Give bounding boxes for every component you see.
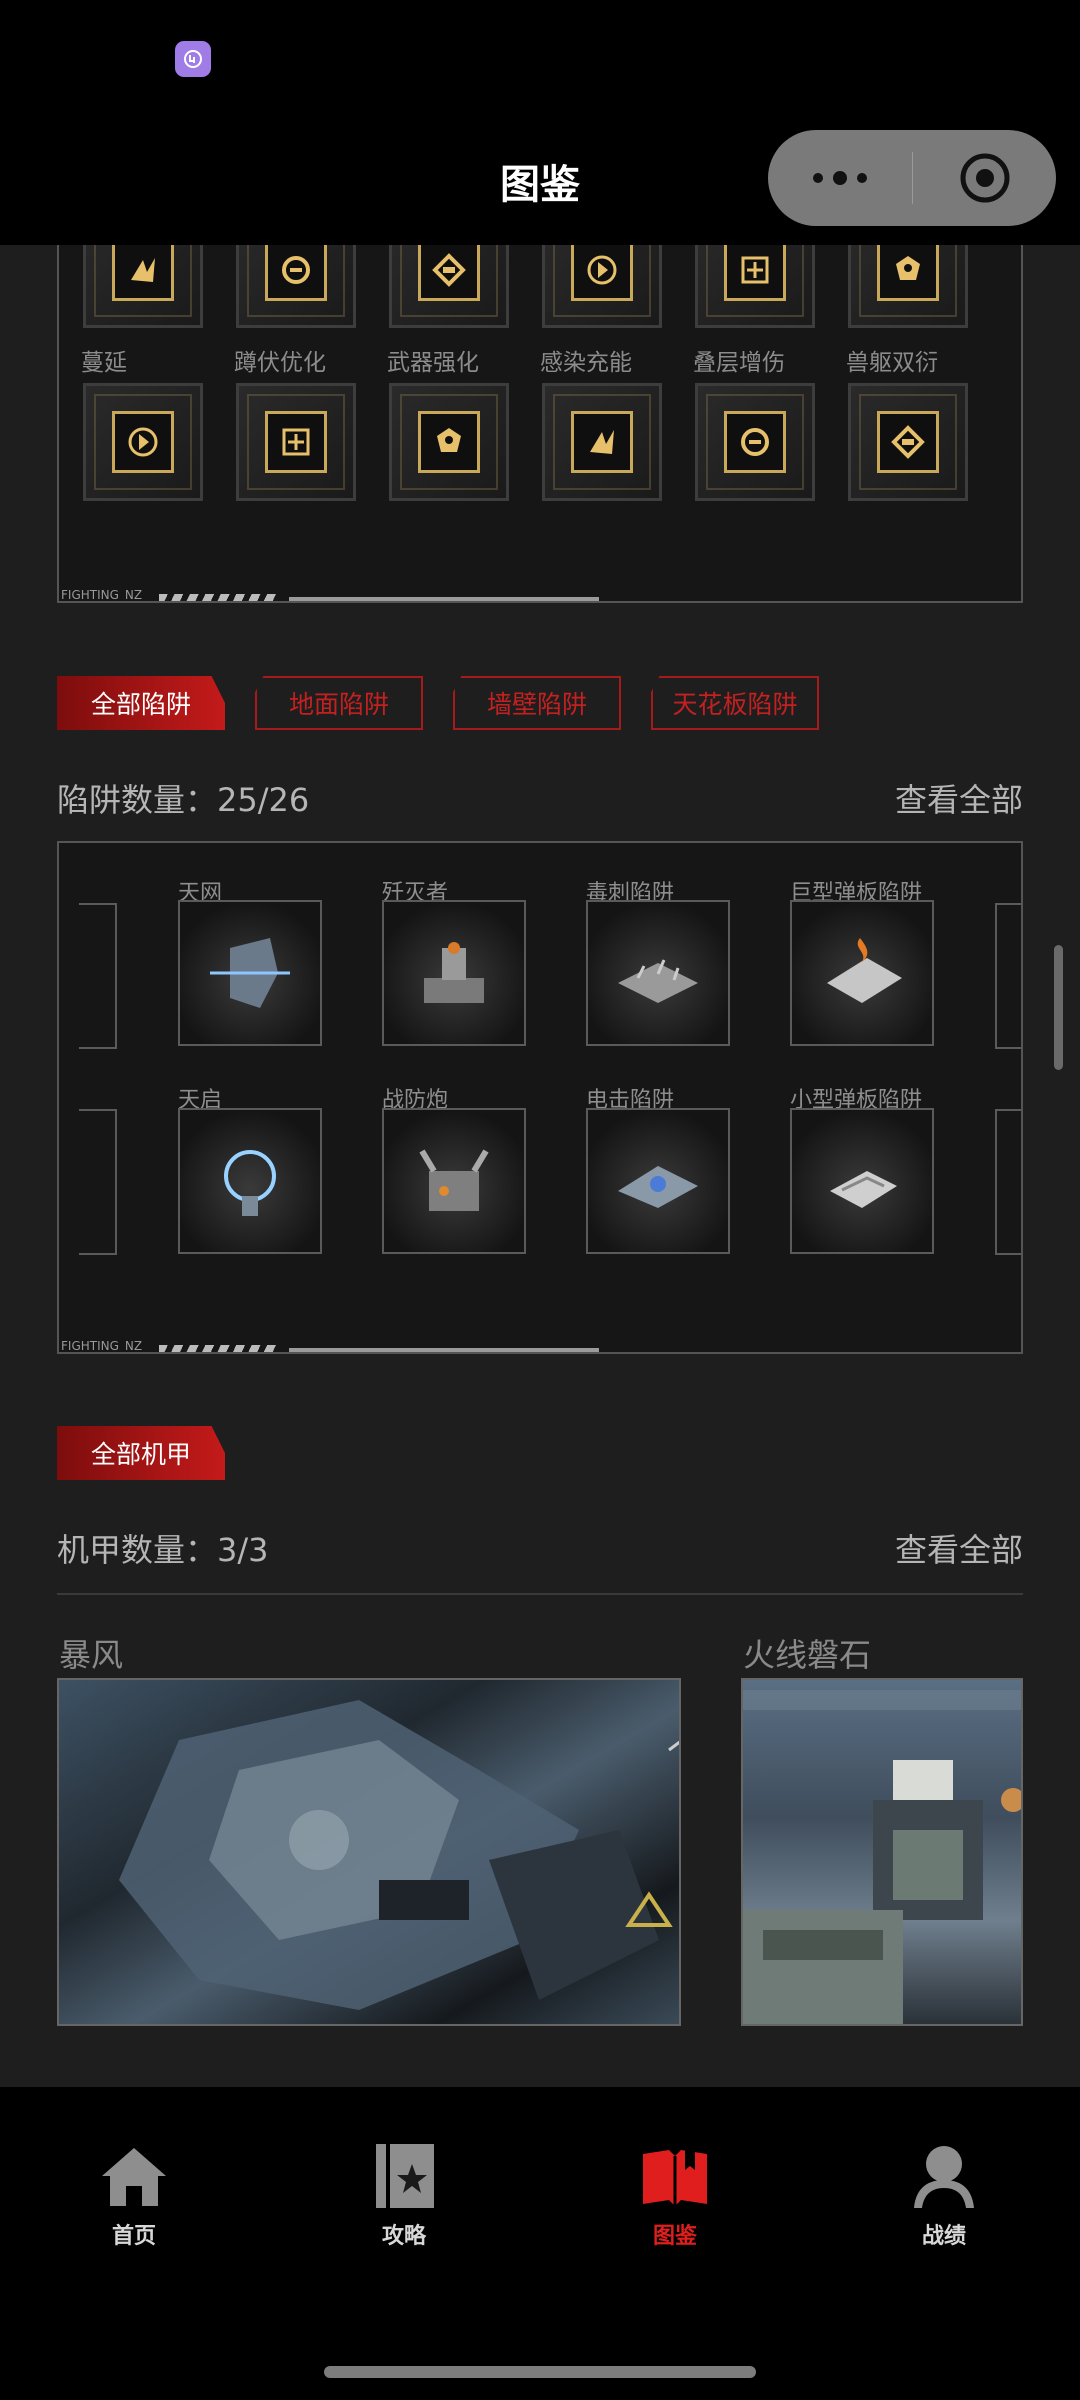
more-button[interactable] bbox=[768, 130, 912, 226]
skill-emblem-icon bbox=[741, 256, 769, 284]
frame-line bbox=[289, 597, 599, 601]
mech-name: 暴风 bbox=[59, 1636, 124, 1674]
filter-all-traps[interactable]: 全部陷阱 bbox=[57, 676, 225, 730]
mech-name: 火线磐石 bbox=[743, 1636, 872, 1674]
skill-emblem-icon bbox=[437, 428, 461, 452]
skill-label: 蹲伏优化 bbox=[234, 350, 326, 376]
trap-view-all-link[interactable]: 查看全部 bbox=[895, 775, 1023, 821]
skill-icon-tile[interactable] bbox=[848, 383, 968, 501]
target-icon bbox=[960, 153, 1009, 203]
scrollbar[interactable] bbox=[1054, 945, 1063, 1070]
close-button[interactable] bbox=[913, 130, 1056, 226]
frame-line bbox=[289, 1348, 599, 1352]
frame-tag: FIGHTING_NZ bbox=[61, 588, 143, 602]
skill-emblem-icon bbox=[432, 253, 466, 287]
trap-image bbox=[830, 1171, 897, 1208]
trap-image bbox=[419, 1149, 489, 1211]
open-book-icon bbox=[643, 2150, 707, 2206]
tab-home[interactable]: 首页 bbox=[49, 2140, 219, 2260]
trap-image bbox=[424, 942, 484, 1003]
mech-card-firerock[interactable] bbox=[741, 1678, 1023, 2026]
skill-icon-tile[interactable] bbox=[695, 383, 815, 501]
mini-program-capsule bbox=[768, 130, 1056, 226]
trap-partial-left[interactable] bbox=[79, 1109, 117, 1255]
tab-codex[interactable]: 图鉴 bbox=[590, 2140, 760, 2260]
trap-card[interactable] bbox=[178, 1108, 322, 1254]
skill-icon-tile[interactable] bbox=[83, 383, 203, 501]
skill-label: 蔓延 bbox=[81, 350, 127, 376]
status-bar bbox=[0, 0, 1080, 110]
skill-label: 感染充能 bbox=[540, 350, 632, 376]
frame-stripe bbox=[159, 594, 279, 601]
trap-card[interactable] bbox=[178, 900, 322, 1046]
trap-card[interactable] bbox=[586, 900, 730, 1046]
tab-codex-label: 图鉴 bbox=[652, 2224, 697, 2249]
skill-emblem-icon bbox=[128, 427, 158, 457]
trap-image bbox=[618, 1166, 698, 1208]
trap-card[interactable] bbox=[586, 1108, 730, 1254]
app-badge-icon bbox=[175, 41, 211, 77]
skill-label: 叠层增伤 bbox=[693, 350, 785, 376]
skill-emblem-icon bbox=[741, 428, 769, 456]
user-icon bbox=[914, 2146, 974, 2208]
home-icon bbox=[102, 2148, 166, 2206]
skill-emblem-icon bbox=[891, 425, 925, 459]
tab-guide[interactable]: 攻略 bbox=[319, 2140, 489, 2260]
filter-wall-traps[interactable]: 墙壁陷阱 bbox=[453, 676, 621, 730]
trap-partial-right[interactable] bbox=[995, 1109, 1021, 1255]
skill-label: 兽躯双衍 bbox=[846, 350, 938, 376]
skill-emblem-icon bbox=[896, 256, 920, 280]
mech-divider bbox=[57, 1593, 1023, 1595]
filter-ground-traps[interactable]: 地面陷阱 bbox=[255, 676, 423, 730]
mech-storm-image bbox=[119, 1700, 679, 2010]
skill-label: 武器强化 bbox=[387, 350, 479, 376]
home-indicator bbox=[324, 2366, 756, 2378]
trap-partial-right[interactable] bbox=[995, 903, 1021, 1049]
trap-image bbox=[618, 959, 698, 1003]
tab-guide-label: 攻略 bbox=[381, 2224, 426, 2249]
trap-partial-left[interactable] bbox=[79, 903, 117, 1049]
skill-emblem-icon bbox=[282, 256, 310, 284]
mech-view-all-link[interactable]: 查看全部 bbox=[895, 1525, 1023, 1571]
skill-emblem-icon bbox=[590, 430, 614, 454]
trap-card[interactable] bbox=[382, 1108, 526, 1254]
trap-image bbox=[210, 938, 290, 1008]
trap-image bbox=[224, 1150, 276, 1216]
tab-record[interactable]: 战绩 bbox=[859, 2140, 1029, 2260]
skill-emblem-icon bbox=[131, 258, 155, 282]
skill-emblem-icon bbox=[282, 428, 310, 456]
filter-all-mechs[interactable]: 全部机甲 bbox=[57, 1426, 225, 1480]
tab-record-label: 战绩 bbox=[921, 2224, 966, 2249]
tab-home-label: 首页 bbox=[111, 2224, 156, 2249]
skill-icon-tile[interactable] bbox=[389, 383, 509, 501]
trap-image bbox=[827, 938, 902, 1003]
filter-ceiling-traps[interactable]: 天花板陷阱 bbox=[651, 676, 819, 730]
frame-tag: FIGHTING_NZ bbox=[61, 1339, 143, 1353]
skill-emblem-icon bbox=[587, 255, 617, 285]
trap-count: 陷阱数量：25/26 bbox=[57, 781, 310, 819]
guide-book-icon bbox=[376, 2144, 434, 2208]
trap-card[interactable] bbox=[382, 900, 526, 1046]
skill-icon-tile[interactable] bbox=[542, 383, 662, 501]
trap-card[interactable] bbox=[790, 900, 934, 1046]
mech-firerock-image bbox=[743, 1690, 1021, 2024]
skill-icon-tile[interactable] bbox=[236, 383, 356, 501]
trap-card[interactable] bbox=[790, 1108, 934, 1254]
mech-card-storm[interactable] bbox=[57, 1678, 681, 2026]
mech-count: 机甲数量：3/3 bbox=[57, 1531, 269, 1569]
frame-stripe bbox=[159, 1345, 279, 1352]
